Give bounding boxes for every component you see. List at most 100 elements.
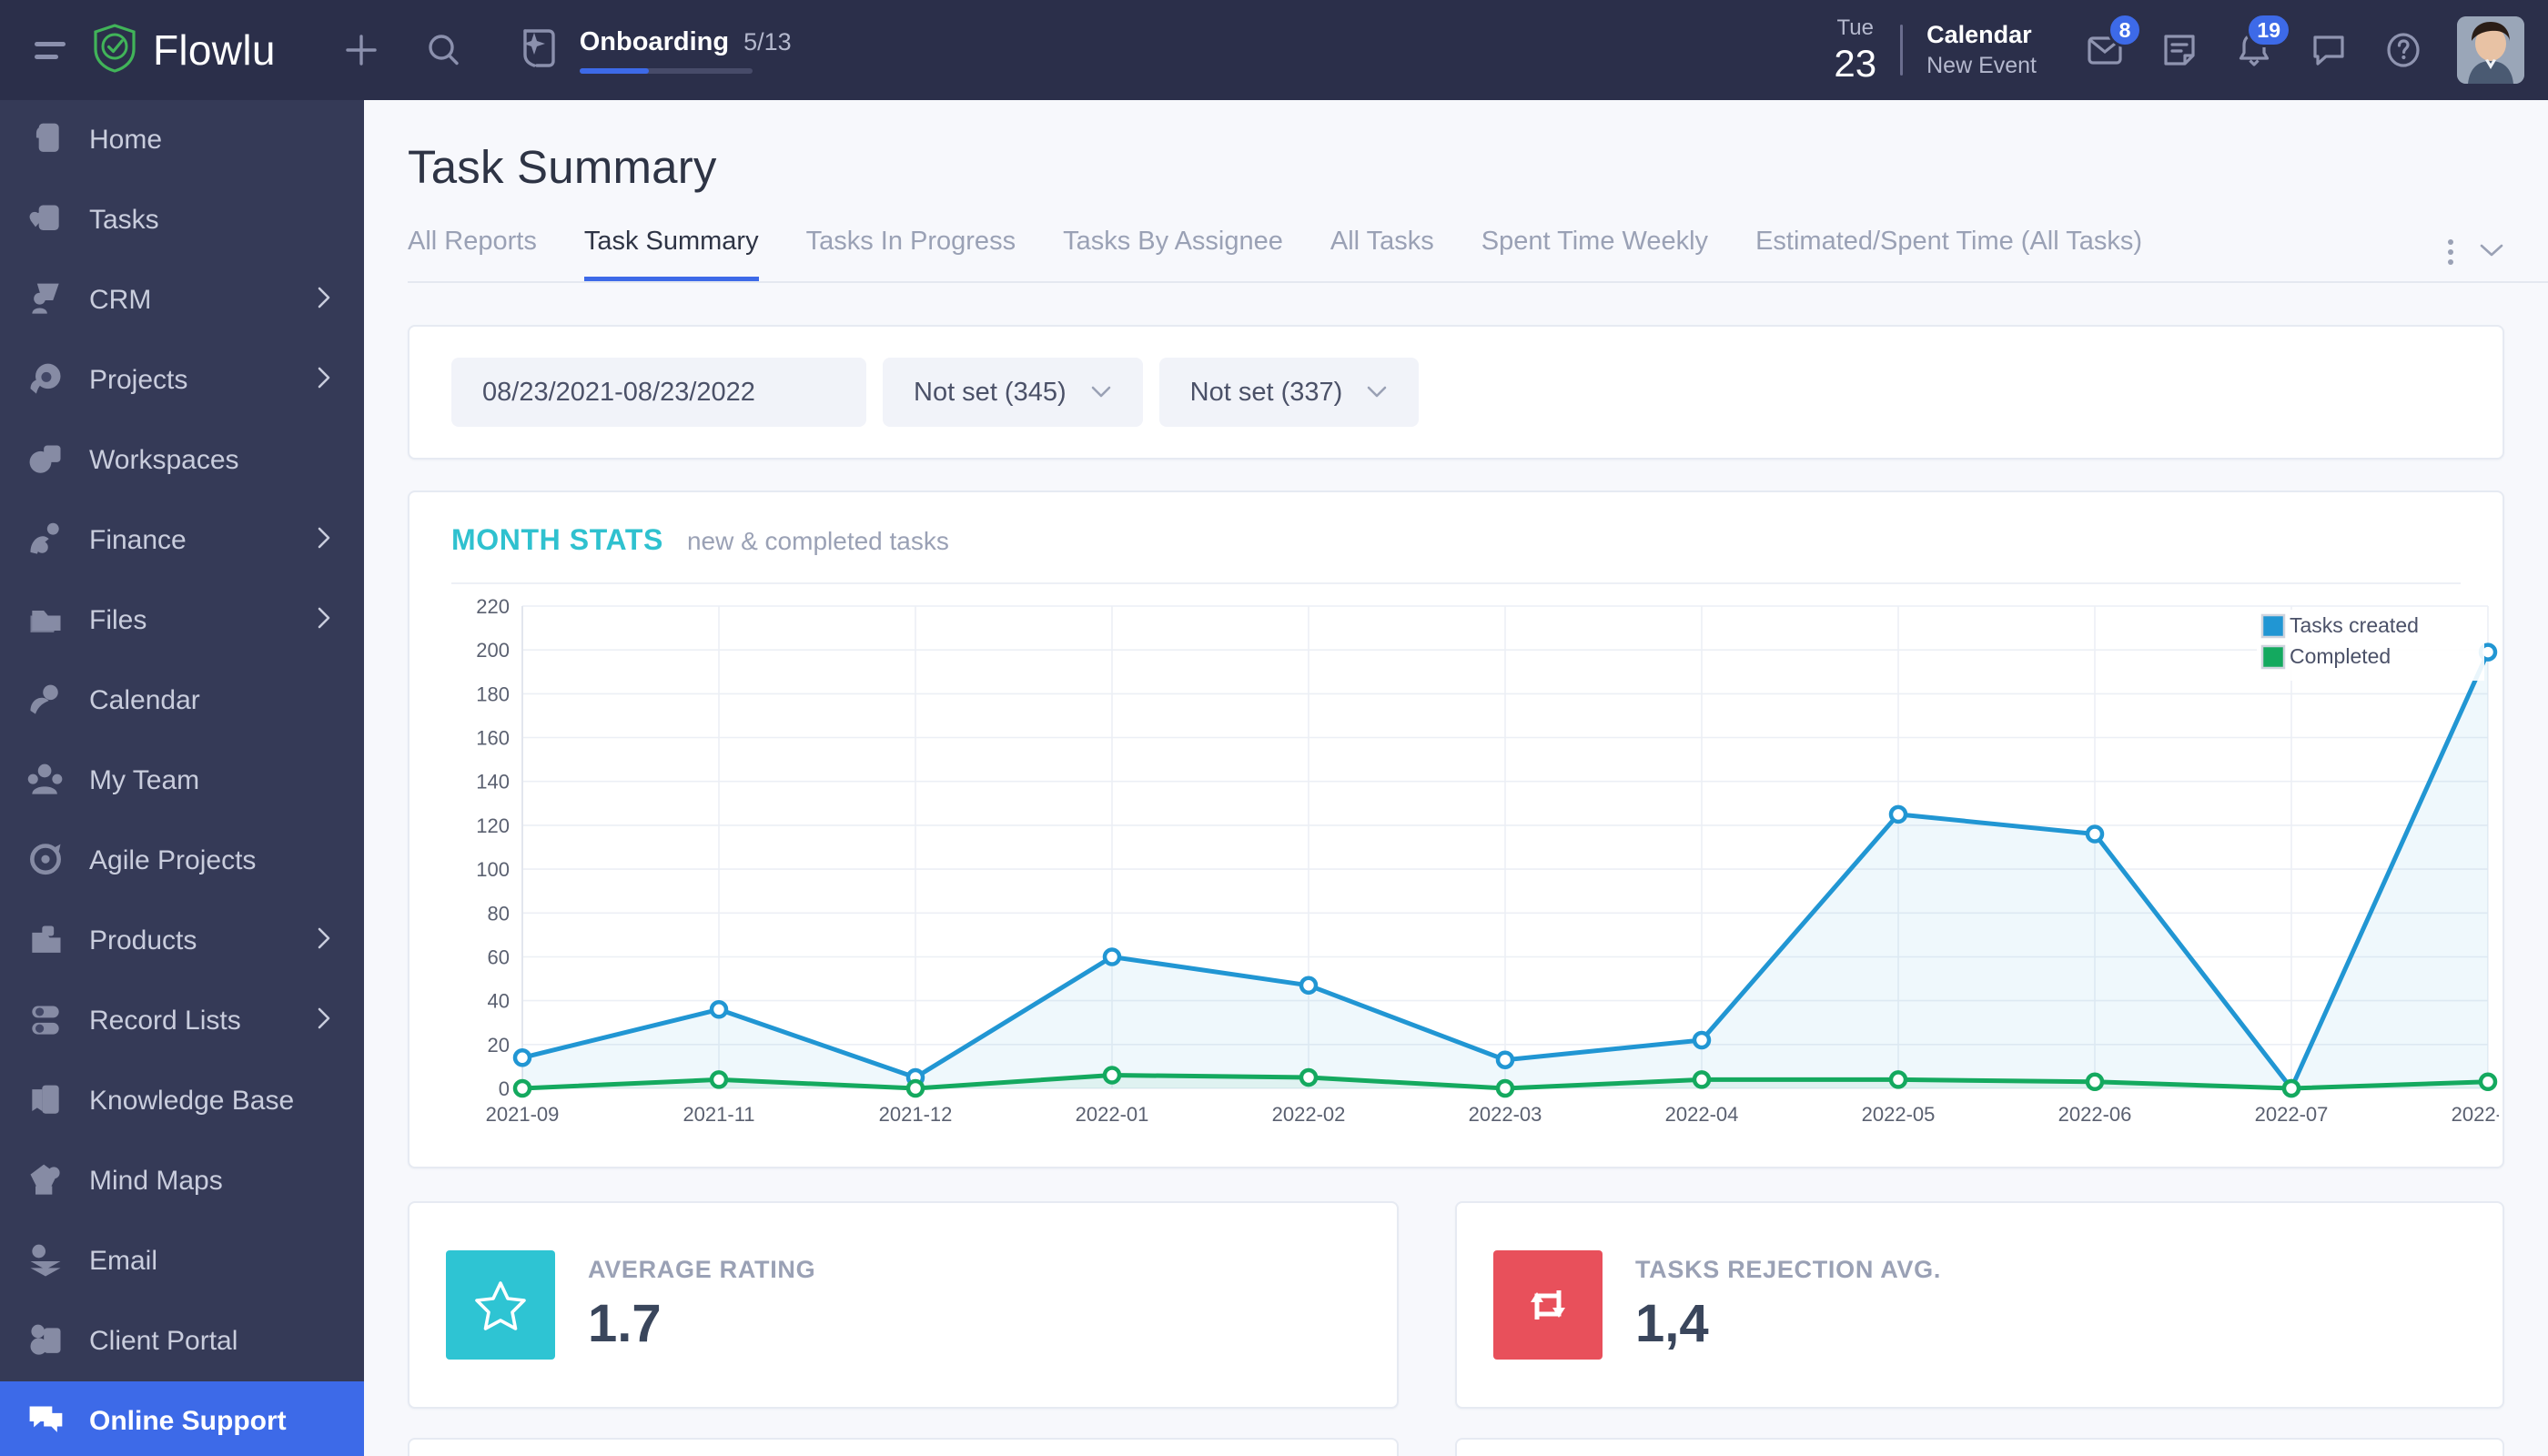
tab-tasks-in-progress[interactable]: Tasks In Progress bbox=[806, 227, 1016, 281]
kpi-label: TASKS REJECTION AVG. bbox=[1634, 1256, 1942, 1283]
user-avatar[interactable] bbox=[2457, 16, 2524, 84]
hamburger-line bbox=[35, 54, 58, 59]
svg-text:2022-04: 2022-04 bbox=[1665, 1103, 1739, 1126]
card-partial bbox=[1454, 1438, 2504, 1456]
sidebar-item-files[interactable]: Files bbox=[0, 581, 364, 661]
question-circle-icon[interactable] bbox=[2381, 27, 2426, 73]
chevron-right-icon[interactable] bbox=[317, 526, 331, 556]
onboarding-widget[interactable]: Onboarding 5/13 bbox=[514, 24, 792, 77]
sidebar-item-email[interactable]: Email bbox=[0, 1221, 364, 1301]
month-stats-card: MONTH STATS new & completed tasks 0 20 40 6… bbox=[408, 490, 2524, 1168]
svg-text:Completed: Completed bbox=[2290, 644, 2391, 668]
svg-text:60: 60 bbox=[488, 946, 510, 969]
kebab-menu-icon[interactable] bbox=[2448, 239, 2453, 265]
mail-icon[interactable]: 8 bbox=[2082, 13, 2142, 73]
svg-text:2022-03: 2022-03 bbox=[1469, 1103, 1542, 1126]
sidebar-item-crm[interactable]: CRM bbox=[0, 260, 364, 340]
filter-dropdown-2[interactable]: Not set (337) bbox=[1158, 358, 1420, 427]
sidebar: Home Tasks CRM Projects Workspaces Finance Fil… bbox=[0, 100, 364, 1456]
filter-dropdown-1[interactable]: Not set (345) bbox=[883, 358, 1143, 427]
filter-bar: 08/23/2021-08/23/2022 Not set (345) Not … bbox=[408, 325, 2504, 460]
next-card-row bbox=[364, 1438, 2548, 1456]
sidebar-item-my-team[interactable]: My Team bbox=[0, 741, 364, 821]
tab-task-summary[interactable]: Task Summary bbox=[583, 227, 759, 281]
onboarding-label: Onboarding bbox=[579, 26, 730, 56]
sidebar-item-label: Tasks bbox=[89, 205, 159, 235]
sidebar-item-label: Client Portal bbox=[89, 1326, 238, 1356]
svg-text:Tasks created: Tasks created bbox=[2290, 613, 2419, 637]
current-date[interactable]: Tue 23 bbox=[1834, 17, 1876, 83]
brand-logo[interactable]: Flowlu bbox=[91, 23, 276, 78]
sidebar-item-products[interactable]: Products bbox=[0, 901, 364, 981]
sidebar-item-mind-maps[interactable]: Mind Maps bbox=[0, 1141, 364, 1221]
sidebar-item-client-portal[interactable]: Client Portal bbox=[0, 1301, 364, 1381]
chevron-right-icon[interactable] bbox=[317, 366, 331, 396]
chevron-down-icon[interactable] bbox=[2479, 242, 2504, 263]
sidebar-item-home[interactable]: Home bbox=[0, 100, 364, 180]
sidebar-item-label: Agile Projects bbox=[89, 845, 257, 875]
sidebar-item-tasks[interactable]: Tasks bbox=[0, 180, 364, 260]
email-icon bbox=[25, 1241, 66, 1281]
sidebar-item-label: Workspaces bbox=[89, 445, 239, 475]
svg-text:2022-06: 2022-06 bbox=[2058, 1103, 2132, 1126]
svg-text:2022-07: 2022-07 bbox=[2255, 1103, 2329, 1126]
chevron-right-icon[interactable] bbox=[317, 606, 331, 636]
sidebar-item-label: Home bbox=[89, 125, 163, 155]
date-day-number: 23 bbox=[1834, 42, 1877, 85]
sidebar-item-knowledge-base[interactable]: Knowledge Base bbox=[0, 1061, 364, 1141]
chevron-right-icon[interactable] bbox=[317, 286, 331, 316]
plus-icon[interactable] bbox=[341, 30, 381, 70]
top-bar: Flowlu Onboarding 5/13 Tue 23 Calendar N… bbox=[0, 0, 2548, 100]
svg-text:220: 220 bbox=[476, 595, 510, 618]
chart-title: MONTH STATS bbox=[451, 523, 663, 556]
sidebar-item-finance[interactable]: Finance bbox=[0, 500, 364, 581]
hamburger-icon[interactable] bbox=[35, 41, 66, 59]
date-range-filter[interactable]: 08/23/2021-08/23/2022 bbox=[451, 358, 866, 427]
filter-2-value: Not set (337) bbox=[1189, 377, 1343, 407]
sidebar-item-online-support[interactable]: Online Support bbox=[0, 1381, 364, 1456]
sidebar-item-projects[interactable]: Projects bbox=[0, 340, 364, 420]
line-chart[interactable]: 0 20 40 60 80 100 120 140 160 180 200 220 2021-09 202… bbox=[451, 593, 2524, 1139]
note-icon[interactable] bbox=[2157, 27, 2202, 73]
sidebar-item-record-lists[interactable]: Record Lists bbox=[0, 981, 364, 1061]
sparkle-card-icon bbox=[514, 24, 560, 77]
main-content: Task Summary All Reports Task Summary Task… bbox=[364, 100, 2548, 1456]
sidebar-item-label: Calendar bbox=[89, 685, 200, 715]
svg-text:160: 160 bbox=[476, 727, 510, 750]
record-lists-icon bbox=[25, 1001, 66, 1041]
kpi-value: 1,4 bbox=[1634, 1294, 1709, 1353]
svg-text:120: 120 bbox=[476, 814, 510, 837]
svg-text:2022-08: 2022-08 bbox=[2452, 1103, 2499, 1126]
finance-icon bbox=[25, 521, 66, 561]
tab-tasks-by-assignee[interactable]: Tasks By Assignee bbox=[1063, 227, 1283, 281]
sidebar-item-workspaces[interactable]: Workspaces bbox=[0, 420, 364, 500]
tab-estimated-spent-time-all-tasks[interactable]: Estimated/Spent Time (All Tasks) bbox=[1755, 227, 2142, 281]
svg-text:140: 140 bbox=[476, 771, 510, 794]
chevron-right-icon[interactable] bbox=[317, 1006, 331, 1036]
tab-spent-time-weekly[interactable]: Spent Time Weekly bbox=[1481, 227, 1708, 281]
search-icon[interactable] bbox=[423, 30, 463, 70]
kpi-card-tasks-rejection[interactable]: TASKS REJECTION AVG. 1,4 bbox=[1454, 1201, 2504, 1409]
kpi-card-average-rating[interactable]: AVERAGE RATING 1.7 bbox=[408, 1201, 1399, 1409]
sidebar-item-label: Finance bbox=[89, 525, 187, 555]
sidebar-item-label: Products bbox=[89, 925, 197, 956]
chevron-down-icon bbox=[1366, 379, 1388, 405]
svg-text:40: 40 bbox=[488, 990, 510, 1013]
tab-all-reports[interactable]: All Reports bbox=[408, 227, 537, 281]
calendar-event[interactable]: Calendar New Event bbox=[1926, 18, 2037, 82]
date-range-value: 08/23/2021-08/23/2022 bbox=[482, 377, 755, 407]
kpi-label: AVERAGE RATING bbox=[588, 1256, 816, 1283]
sidebar-item-calendar[interactable]: Calendar bbox=[0, 661, 364, 741]
brand-name: Flowlu bbox=[153, 26, 276, 74]
agile-projects-icon bbox=[25, 841, 66, 881]
chevron-down-icon bbox=[1090, 379, 1112, 405]
workspaces-icon bbox=[25, 440, 66, 480]
onboarding-progress: 5/13 bbox=[743, 27, 792, 56]
kpi-row: AVERAGE RATING 1.7 TASKS REJECTION AVG. … bbox=[364, 1201, 2548, 1409]
tab-all-tasks[interactable]: All Tasks bbox=[1330, 227, 1434, 281]
home-icon bbox=[25, 120, 66, 160]
chevron-right-icon[interactable] bbox=[317, 926, 331, 956]
chat-bubble-icon[interactable] bbox=[2306, 27, 2351, 73]
bell-icon[interactable]: 19 bbox=[2231, 13, 2291, 73]
sidebar-item-agile-projects[interactable]: Agile Projects bbox=[0, 821, 364, 901]
